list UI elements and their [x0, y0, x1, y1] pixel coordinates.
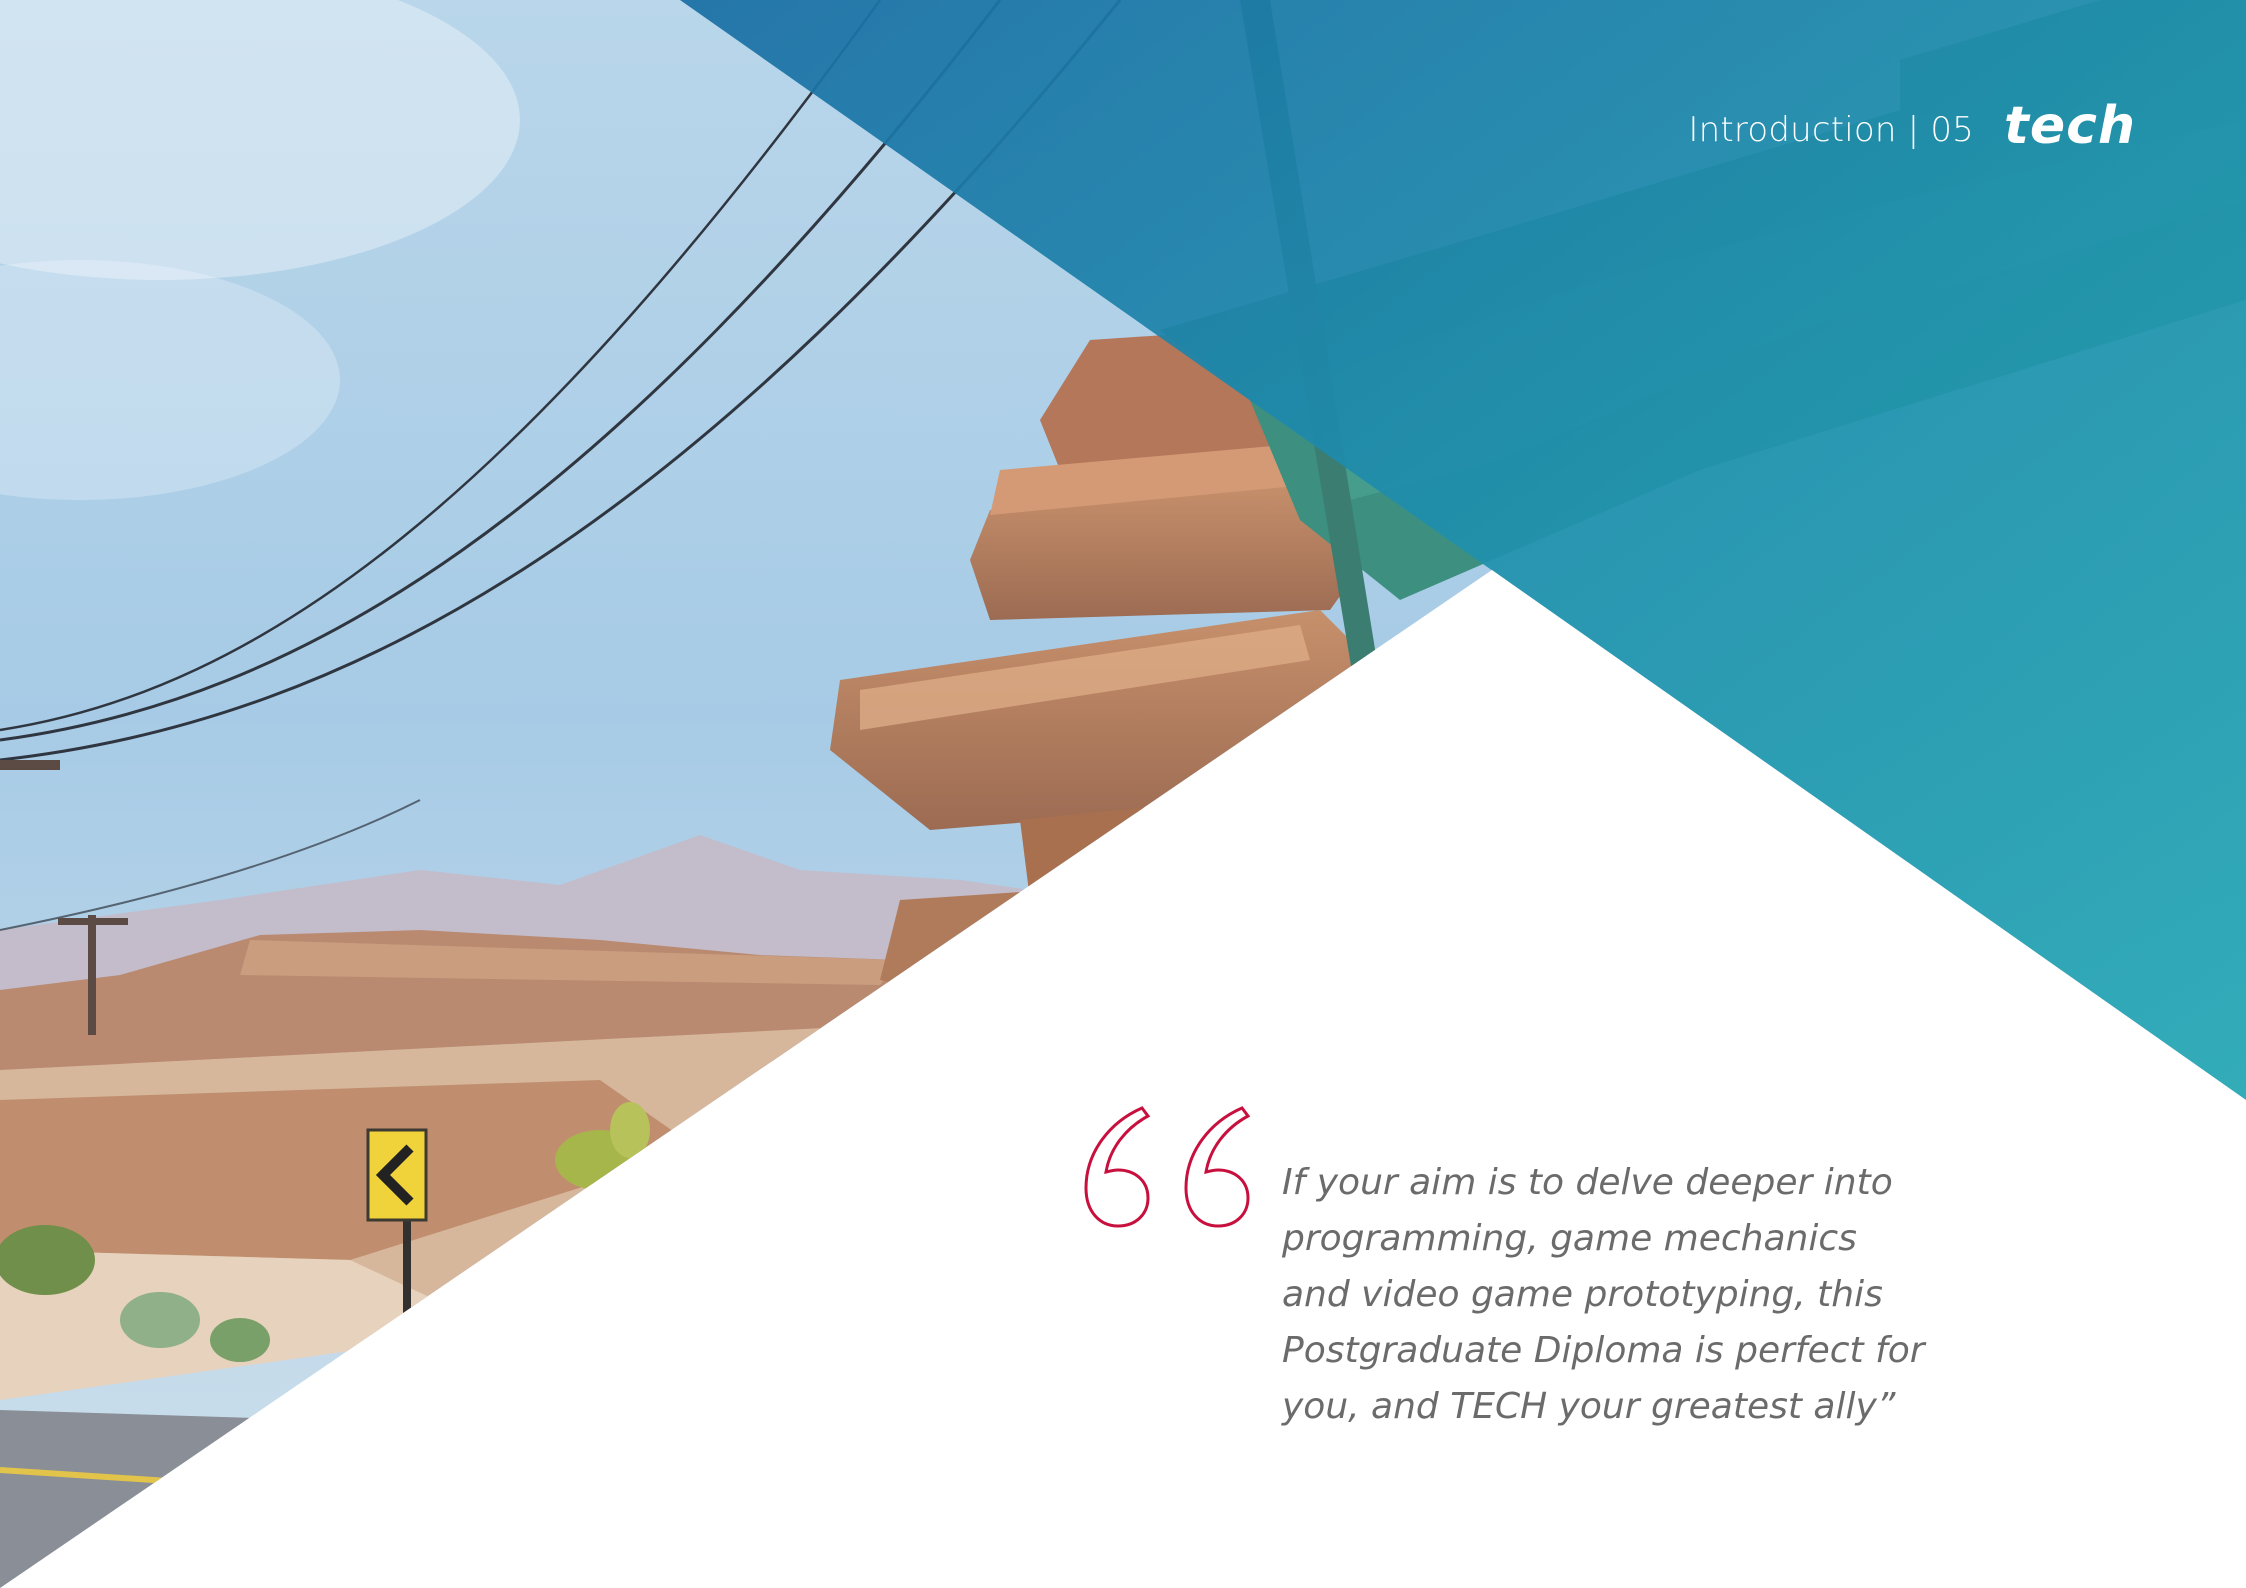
quote-line: programming, game mechanics [1282, 1218, 1857, 1259]
quote-text: If your aim is to delve deeper into prog… [1282, 1155, 1925, 1435]
section-label: Introduction | 05 [1688, 110, 1975, 150]
page: Introduction | 05 tech If your aim is to… [0, 0, 2246, 1588]
quote-line: you, and TECH your greatest ally” [1282, 1386, 1896, 1427]
page-header: Introduction | 05 tech [1688, 100, 2136, 156]
quote-line: and video game prototyping, this [1282, 1274, 1883, 1315]
logo-text: tec [2004, 96, 2098, 156]
tech-logo: tech [2004, 100, 2136, 152]
quote-line: If your aim is to delve deeper into [1282, 1162, 1893, 1203]
quote-line: Postgraduate Diploma is perfect for [1282, 1330, 1925, 1371]
open-quote-icon [1084, 1106, 1251, 1228]
logo-last-letter: h [2097, 96, 2136, 156]
